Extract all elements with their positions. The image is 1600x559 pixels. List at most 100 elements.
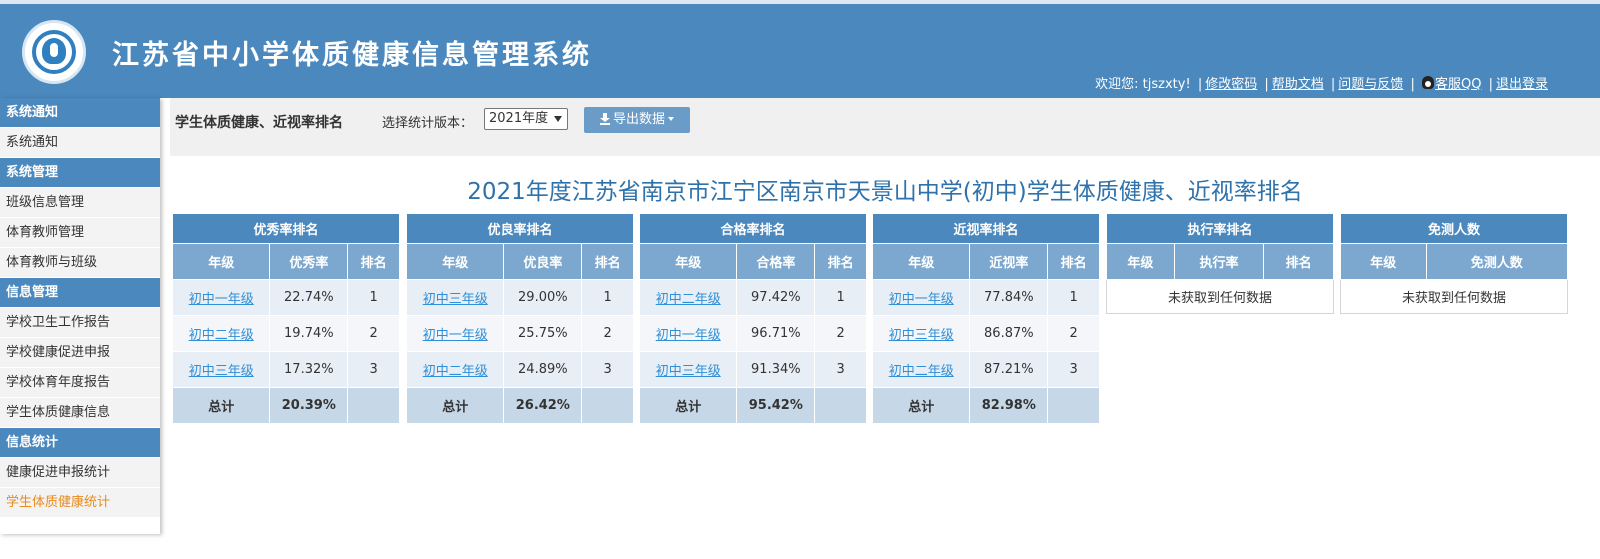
grade-cell: 初中三年级: [171, 351, 271, 388]
table-header-row: 年级 免测人数: [1340, 243, 1569, 280]
sidebar-item[interactable]: 学生体质健康统计: [0, 488, 160, 518]
table-caption-row: 执行率排名: [1106, 213, 1334, 244]
sidebar-item[interactable]: 学校卫生工作报告: [0, 308, 160, 338]
rank-cell: 3: [1047, 351, 1100, 388]
column-header: 年级: [1106, 243, 1175, 280]
sidebar-item[interactable]: 体育教师管理: [0, 218, 160, 248]
table-header-row: 年级 执行率 排名: [1106, 243, 1334, 280]
toolbar: 学生体质健康、近视率排名 选择统计版本： 2021年度 导出数据: [170, 98, 1600, 156]
grade-link[interactable]: 初中二年级: [889, 364, 954, 379]
sidebar-section-header: 信息管理: [0, 278, 160, 308]
sidebar-item[interactable]: 班级信息管理: [0, 188, 160, 218]
qq-link[interactable]: 客服QQ: [1435, 77, 1481, 92]
total-rank-cell: [1047, 387, 1100, 424]
table-row: 初中一年级 22.74% 1: [171, 279, 400, 316]
sidebar-section-header: 系统通知: [0, 98, 160, 128]
grade-link[interactable]: 初中三年级: [889, 328, 954, 343]
grade-cell: 初中三年级: [871, 315, 971, 352]
table-caption: 优秀率排名: [172, 213, 400, 244]
table-caption: 免测人数: [1340, 213, 1568, 244]
rate-cell: 25.75%: [503, 315, 583, 352]
table-row: 初中三年级 86.87% 2: [871, 315, 1100, 352]
grade-link[interactable]: 初中二年级: [423, 364, 488, 379]
table-header-row: 年级 优秀率 排名: [171, 243, 400, 280]
ranking-table: 免测人数 年级 免测人数 未获取到任何数据: [1340, 213, 1569, 314]
logout-link[interactable]: 退出登录: [1496, 77, 1548, 92]
grade-link[interactable]: 初中一年级: [423, 328, 488, 343]
sidebar-item[interactable]: 学生体质健康信息: [0, 398, 160, 428]
rank-cell: 3: [814, 351, 867, 388]
grade-link[interactable]: 初中一年级: [189, 292, 254, 307]
table-caption: 合格率排名: [639, 213, 867, 244]
rank-cell: 1: [814, 279, 867, 316]
grade-link[interactable]: 初中三年级: [423, 292, 488, 307]
sidebar-item[interactable]: 学校体育年度报告: [0, 368, 160, 398]
rate-cell: 91.34%: [736, 351, 816, 388]
sidebar-item[interactable]: 学校健康促进申报: [0, 338, 160, 368]
grade-link[interactable]: 初中一年级: [656, 328, 721, 343]
help-link[interactable]: 帮助文档: [1272, 77, 1324, 92]
rank-cell: 3: [581, 351, 634, 388]
sidebar-item[interactable]: 系统通知: [0, 128, 160, 158]
grade-cell: 初中二年级: [405, 351, 505, 388]
caret-down-icon: [668, 117, 674, 121]
total-row: 总计 82.98%: [871, 387, 1100, 424]
column-header: 优良率: [503, 243, 583, 280]
total-label: 总计: [405, 387, 505, 424]
rank-cell: 2: [581, 315, 634, 352]
column-header: 排名: [581, 243, 634, 280]
change-password-link[interactable]: 修改密码: [1205, 77, 1257, 92]
total-rank-cell: [347, 387, 400, 424]
grade-cell: 初中二年级: [171, 315, 271, 352]
rate-cell: 86.87%: [969, 315, 1049, 352]
sidebar-item[interactable]: 健康促进申报统计: [0, 458, 160, 488]
rank-cell: 2: [1047, 315, 1100, 352]
grade-link[interactable]: 初中三年级: [189, 364, 254, 379]
top-strip: [0, 0, 1600, 4]
column-header: 年级: [638, 243, 738, 280]
download-icon: [599, 113, 610, 125]
grade-cell: 初中三年级: [405, 279, 505, 316]
qq-icon: [1421, 76, 1434, 89]
column-header: 排名: [1263, 243, 1334, 280]
app-title: 江苏省中小学体质健康信息管理系统: [112, 40, 592, 71]
table-header-row: 年级 合格率 排名: [638, 243, 867, 280]
rate-cell: 96.71%: [736, 315, 816, 352]
export-data-button[interactable]: 导出数据: [584, 107, 690, 133]
ranking-table: 近视率排名 年级 近视率 排名 初中一年级 77.84% 1 初中三年级 86.87% 2 初中二年…: [871, 213, 1100, 424]
column-header: 合格率: [736, 243, 816, 280]
column-header: 年级: [1340, 243, 1427, 280]
empty-message: 未获取到任何数据: [1340, 279, 1568, 314]
total-rank-cell: [814, 387, 867, 424]
ranking-table: 优秀率排名 年级 优秀率 排名 初中一年级 22.74% 1 初中二年级 19.74% 2 初中三年…: [171, 213, 400, 424]
table-row: 初中三年级 29.00% 1: [405, 279, 634, 316]
empty-row: 未获取到任何数据: [1340, 279, 1568, 314]
empty-row: 未获取到任何数据: [1106, 279, 1334, 314]
table-row: 初中二年级 19.74% 2: [171, 315, 400, 352]
rank-cell: 1: [347, 279, 400, 316]
table-caption: 近视率排名: [872, 213, 1100, 244]
table-row: 初中三年级 17.32% 3: [171, 351, 400, 388]
grade-cell: 初中一年级: [871, 279, 971, 316]
column-header: 优秀率: [269, 243, 349, 280]
chevron-down-icon: [554, 116, 562, 122]
rate-cell: 24.89%: [503, 351, 583, 388]
version-select-value: 2021年度: [489, 111, 549, 126]
table-caption-row: 免测人数: [1340, 213, 1568, 244]
column-header: 年级: [171, 243, 271, 280]
rate-cell: 17.32%: [269, 351, 349, 388]
grade-link[interactable]: 初中三年级: [656, 364, 721, 379]
logo-icon: [22, 20, 86, 84]
grade-cell: 初中一年级: [405, 315, 505, 352]
page-heading: 2021年度江苏省南京市江宁区南京市天景山中学(初中)学生体质健康、近视率排名: [467, 179, 1303, 205]
app-header: 江苏省中小学体质健康信息管理系统 欢迎您: tjszxty! | 修改密码 | 帮助…: [0, 0, 1600, 98]
grade-link[interactable]: 初中二年级: [656, 292, 721, 307]
ranking-table: 执行率排名 年级 执行率 排名 未获取到任何数据: [1106, 213, 1334, 314]
grade-link[interactable]: 初中二年级: [189, 328, 254, 343]
table-row: 初中一年级 96.71% 2: [638, 315, 867, 352]
version-select[interactable]: 2021年度: [484, 108, 568, 130]
feedback-link[interactable]: 问题与反馈: [1338, 77, 1403, 92]
sidebar-item[interactable]: 体育教师与班级: [0, 248, 160, 278]
grade-link[interactable]: 初中一年级: [889, 292, 954, 307]
table-caption-row: 合格率排名: [639, 213, 867, 244]
